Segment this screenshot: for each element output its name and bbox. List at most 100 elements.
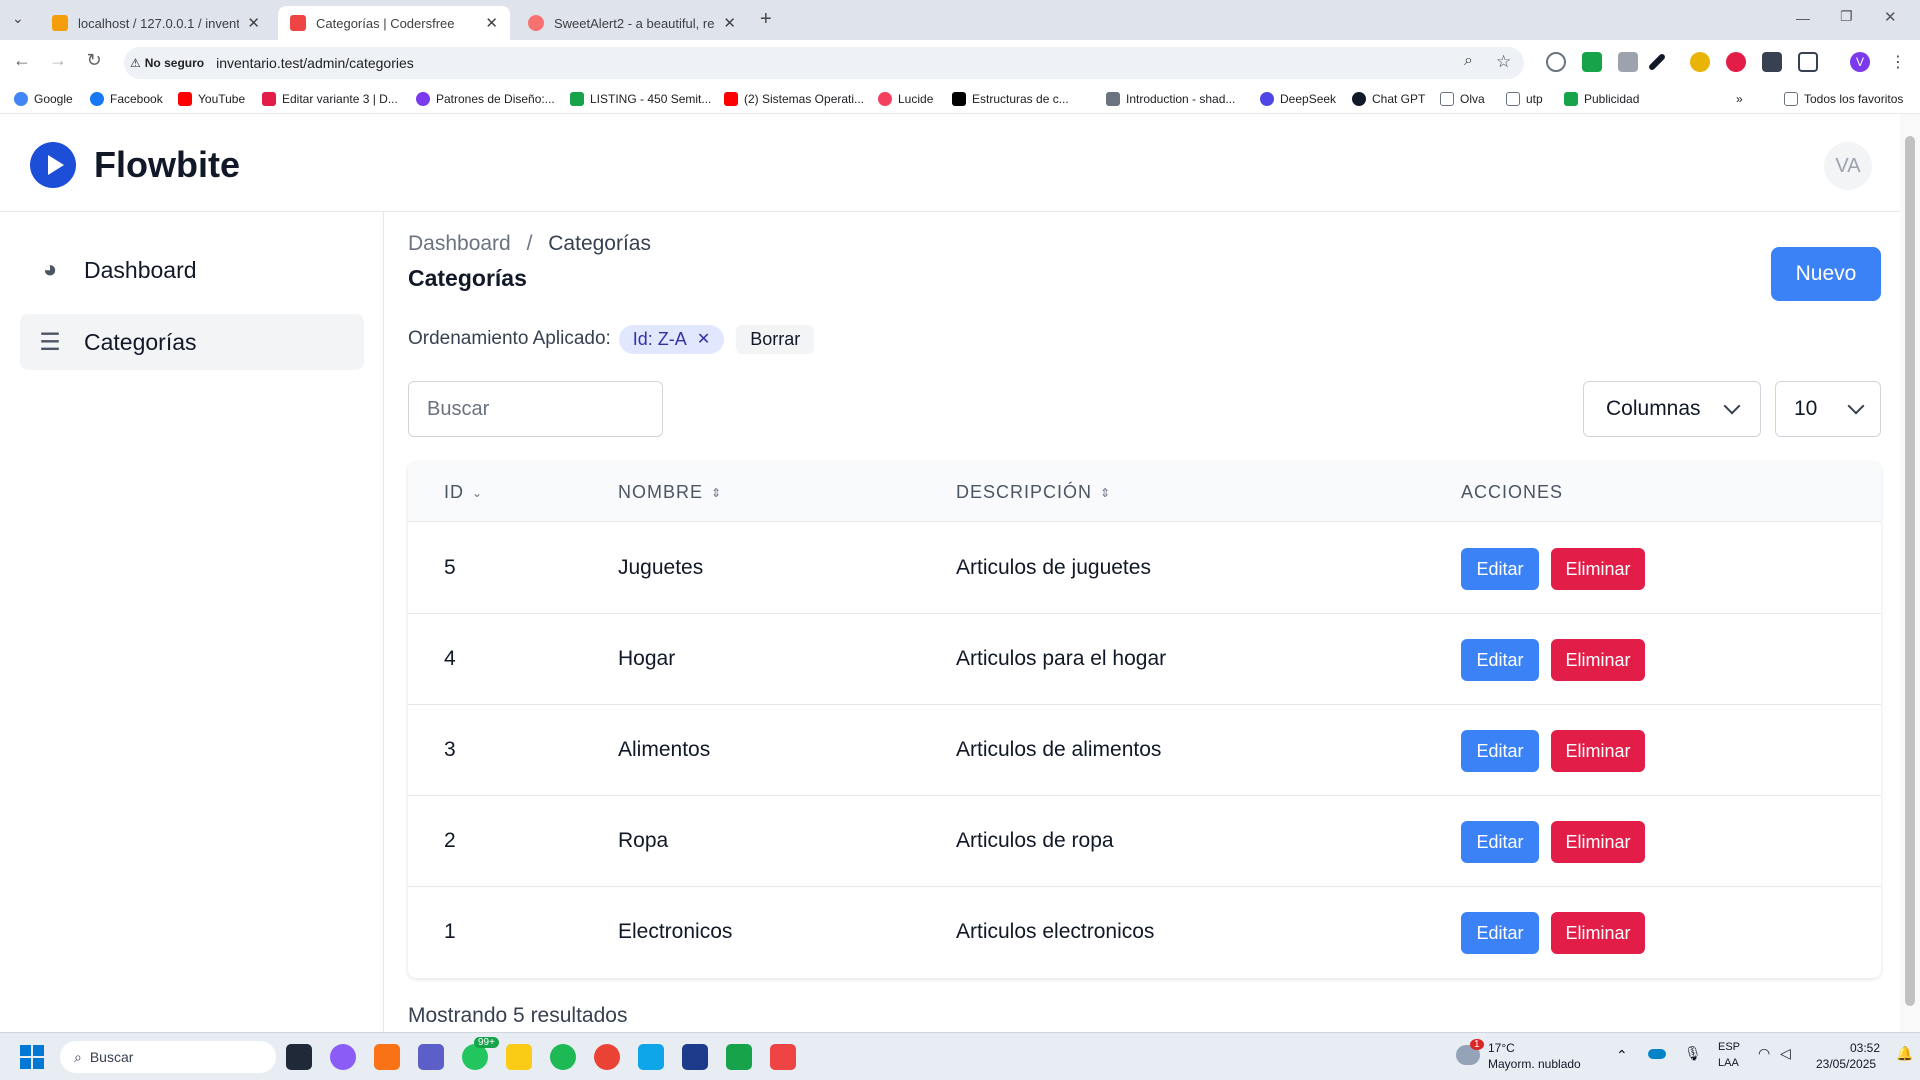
windows-start-icon[interactable]	[20, 1045, 44, 1069]
profile-avatar[interactable]: V	[1850, 52, 1870, 72]
extension-icon[interactable]	[1582, 52, 1602, 72]
bookmark-folder[interactable]: utp	[1506, 92, 1543, 106]
close-tab-icon[interactable]: ✕	[723, 14, 736, 32]
delete-button[interactable]: Eliminar	[1551, 730, 1645, 772]
teams-icon[interactable]	[418, 1044, 444, 1070]
close-window-button[interactable]: ✕	[1884, 8, 1897, 26]
xampp-icon[interactable]	[374, 1044, 400, 1070]
onedrive-icon[interactable]	[1648, 1049, 1666, 1059]
spotify-icon[interactable]	[550, 1044, 576, 1070]
page-scrollbar[interactable]	[1900, 114, 1920, 1032]
notifications-icon[interactable]: 🔔	[1896, 1045, 1913, 1062]
delete-button[interactable]: Eliminar	[1551, 912, 1645, 954]
tab-list-button[interactable]: ⌄	[12, 10, 24, 27]
bookmark-item[interactable]: Google	[14, 92, 73, 106]
app-icon[interactable]	[726, 1044, 752, 1070]
google-drive-icon	[570, 92, 584, 106]
sql-developer-icon[interactable]	[682, 1044, 708, 1070]
app-logo-text[interactable]: Flowbite	[94, 144, 240, 186]
task-view-icon[interactable]	[286, 1044, 312, 1070]
wifi-icon[interactable]: ◠	[1758, 1045, 1770, 1062]
close-tab-icon[interactable]: ✕	[247, 14, 260, 32]
more-bookmarks-icon[interactable]: »	[1736, 92, 1743, 106]
weather-temp[interactable]: 17°C	[1488, 1041, 1515, 1055]
bookmark-item[interactable]: DeepSeek	[1260, 92, 1336, 106]
close-tab-icon[interactable]: ✕	[485, 14, 498, 32]
edit-button[interactable]: Editar	[1461, 912, 1539, 954]
bookmark-item[interactable]: Facebook	[90, 92, 163, 106]
browser-menu-icon[interactable]: ⋮	[1890, 52, 1906, 72]
chrome-icon[interactable]	[594, 1044, 620, 1070]
app-icon[interactable]	[770, 1044, 796, 1070]
sidebar-item-label: Dashboard	[84, 256, 197, 283]
bookmark-item[interactable]: Publicidad	[1564, 92, 1639, 106]
address-bar[interactable]: ⚠ No seguro inventario.test/admin/catego…	[124, 47, 1524, 79]
bookmark-folder[interactable]: Olva	[1440, 92, 1485, 106]
bookmark-star-icon[interactable]: ☆	[1496, 52, 1511, 72]
column-header-descripcion[interactable]: DESCRIPCIÓN ⇕	[956, 482, 1111, 503]
chevron-down-icon	[1723, 397, 1741, 415]
back-button[interactable]: ←	[8, 50, 36, 71]
clock-date[interactable]: 23/05/2025	[1816, 1057, 1876, 1071]
bookmark-item[interactable]: (2) Sistemas Operati...	[724, 92, 864, 106]
lang-layout[interactable]: LAA	[1718, 1057, 1739, 1069]
delete-button[interactable]: Eliminar	[1551, 639, 1645, 681]
bookmark-item[interactable]: Patrones de Diseño:...	[416, 92, 555, 106]
delete-button[interactable]: Eliminar	[1551, 821, 1645, 863]
minimize-window-button[interactable]: —	[1796, 10, 1810, 26]
volume-icon[interactable]: ◁	[1780, 1045, 1791, 1062]
new-button[interactable]: Nuevo	[1771, 247, 1881, 301]
taskbar-search[interactable]: ⌕ Buscar	[60, 1041, 276, 1073]
tab-sweetalert[interactable]: SweetAlert2 - a beautiful, responsive ✕	[516, 6, 748, 40]
extension-icon[interactable]	[1618, 52, 1638, 72]
clock-time[interactable]: 03:52	[1850, 1041, 1880, 1055]
clear-sort-button[interactable]: Borrar	[736, 324, 815, 354]
extension-icon[interactable]	[1690, 52, 1710, 72]
search-input[interactable]	[408, 381, 663, 437]
flowbite-logo-icon[interactable]	[30, 142, 76, 188]
bookmark-item[interactable]: Introduction - shad...	[1106, 92, 1235, 106]
column-header-nombre[interactable]: NOMBRE ⇕	[618, 482, 722, 503]
bookmark-item[interactable]: Estructuras de c...	[952, 92, 1069, 106]
user-avatar[interactable]: VA	[1824, 142, 1872, 190]
copilot-icon[interactable]	[330, 1044, 356, 1070]
edit-button[interactable]: Editar	[1461, 548, 1539, 590]
delete-button[interactable]: Eliminar	[1551, 548, 1645, 590]
per-page-select[interactable]: 10	[1775, 381, 1881, 437]
vscode-icon[interactable]	[638, 1044, 664, 1070]
security-label[interactable]: No seguro	[145, 56, 204, 70]
scrollbar-thumb[interactable]	[1905, 136, 1915, 1006]
bookmark-item[interactable]: LISTING - 450 Semit...	[570, 92, 711, 106]
qr-code-icon[interactable]	[1762, 52, 1782, 72]
columns-dropdown[interactable]: Columnas	[1583, 381, 1761, 437]
extension-icon[interactable]	[1546, 52, 1566, 72]
microphone-icon[interactable]: 🎙	[1684, 1045, 1702, 1062]
tab-phpmyadmin[interactable]: localhost / 127.0.0.1 / inventario ✕	[40, 6, 272, 40]
file-explorer-icon[interactable]	[506, 1044, 532, 1070]
tab-categorias[interactable]: Categorías | Codersfree ✕	[278, 6, 510, 40]
sidebar-item-categorias[interactable]: ☰ Categorías	[20, 314, 364, 370]
column-header-id[interactable]: ID ⌄	[444, 482, 483, 503]
lang-code[interactable]: ESP	[1718, 1041, 1740, 1053]
new-tab-button[interactable]: +	[760, 8, 772, 31]
edit-button[interactable]: Editar	[1461, 639, 1539, 681]
zoom-icon[interactable]: ⌕	[1464, 52, 1473, 70]
restore-window-button[interactable]: ❐	[1840, 8, 1853, 25]
all-bookmarks-folder[interactable]: Todos los favoritos	[1784, 92, 1903, 106]
url-text[interactable]: inventario.test/admin/categories	[216, 55, 414, 71]
breadcrumb-dashboard-link[interactable]: Dashboard	[408, 232, 511, 255]
bookmark-item[interactable]: Chat GPT	[1352, 92, 1425, 106]
bookmark-item[interactable]: Lucide	[878, 92, 933, 106]
extensions-puzzle-icon[interactable]	[1798, 52, 1818, 72]
chevron-up-icon[interactable]: ⌃	[1616, 1047, 1628, 1064]
edit-button[interactable]: Editar	[1461, 821, 1539, 863]
bookmark-item[interactable]: YouTube	[178, 92, 245, 106]
adblock-icon[interactable]	[1726, 52, 1746, 72]
weather-desc[interactable]: Mayorm. nublado	[1488, 1057, 1581, 1071]
bookmark-item[interactable]: Editar variante 3 | D...	[262, 92, 398, 106]
sidebar-item-dashboard[interactable]: ◕ Dashboard	[20, 242, 364, 298]
remove-sort-icon[interactable]: ✕	[697, 329, 710, 349]
reload-button[interactable]: ↻	[80, 50, 108, 71]
forward-button[interactable]: →	[44, 50, 72, 71]
edit-button[interactable]: Editar	[1461, 730, 1539, 772]
